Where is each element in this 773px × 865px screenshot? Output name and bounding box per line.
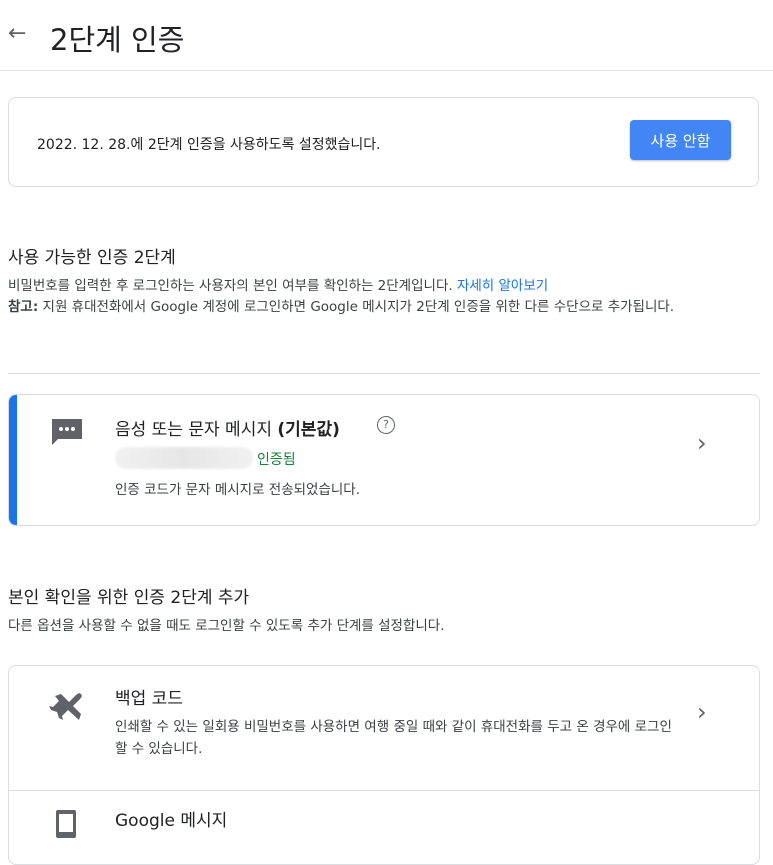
help-circle-icon[interactable]: ? bbox=[377, 416, 395, 434]
backup-codes-title: 백업 코드 bbox=[115, 689, 183, 709]
status-card: 2022. 12. 28.에 2단계 인증을 사용하도록 설정했습니다. 사용 … bbox=[8, 97, 759, 187]
page-title: 2단계 인증 bbox=[50, 23, 185, 57]
sms-method-card[interactable]: 음성 또는 문자 메시지 (기본값) ? 인증됨 인증 코드가 문자 메시지로 … bbox=[8, 394, 760, 526]
learn-more-link[interactable]: 자세히 알아보기 bbox=[457, 278, 548, 294]
method-title-text: 음성 또는 문자 메시지 bbox=[115, 420, 272, 440]
available-desc-text: 비밀번호를 입력한 후 로그인하는 사용자의 본인 여부를 확인하는 2단계입니… bbox=[8, 278, 453, 294]
disable-button[interactable]: 사용 안함 bbox=[630, 120, 731, 160]
arrow-left-icon[interactable]: ← bbox=[8, 22, 32, 46]
chevron-right-icon[interactable]: › bbox=[697, 429, 707, 457]
note-label: 참고: bbox=[8, 299, 39, 315]
chevron-right-icon[interactable]: › bbox=[697, 698, 707, 726]
available-section-desc: 비밀번호를 입력한 후 로그인하는 사용자의 본인 여부를 확인하는 2단계입니… bbox=[8, 276, 760, 318]
status-text: 2022. 12. 28.에 2단계 인증을 사용하도록 설정했습니다. bbox=[37, 137, 381, 153]
backup-codes-desc: 인쇄할 수 있는 일회용 비밀번호를 사용하면 여행 중일 때와 같이 휴대전화… bbox=[115, 719, 672, 757]
add-section-title: 본인 확인을 위한 인증 2단계 추가 bbox=[8, 588, 250, 608]
available-section-title: 사용 가능한 인증 2단계 bbox=[8, 248, 176, 268]
phone-icon bbox=[56, 810, 76, 838]
verified-badge: 인증됨 bbox=[257, 452, 296, 468]
google-messages-title: Google 메시지 bbox=[115, 811, 228, 831]
default-accent-bar bbox=[9, 395, 17, 525]
section-divider bbox=[8, 373, 760, 374]
method-title: 음성 또는 문자 메시지 (기본값) bbox=[115, 415, 340, 440]
phone-number-redacted bbox=[115, 447, 253, 469]
default-label: (기본값) bbox=[277, 420, 340, 440]
option-divider bbox=[9, 790, 759, 791]
add-options-card: 백업 코드 인쇄할 수 있는 일회용 비밀번호를 사용하면 여행 중일 때와 같… bbox=[8, 665, 760, 865]
app-header: ← 2단계 인증 bbox=[0, 0, 773, 71]
add-section-desc: 다른 옵션을 사용할 수 없을 때도 로그인할 수 있도록 추가 단계를 설정합… bbox=[8, 618, 445, 634]
method-desc: 인증 코드가 문자 메시지로 전송되었습니다. bbox=[115, 482, 361, 498]
note-text: 지원 휴대전화에서 Google 계정에 로그인하면 Google 메시지가 2… bbox=[42, 299, 675, 315]
airplane-icon bbox=[49, 693, 82, 720]
sms-icon bbox=[52, 419, 82, 445]
